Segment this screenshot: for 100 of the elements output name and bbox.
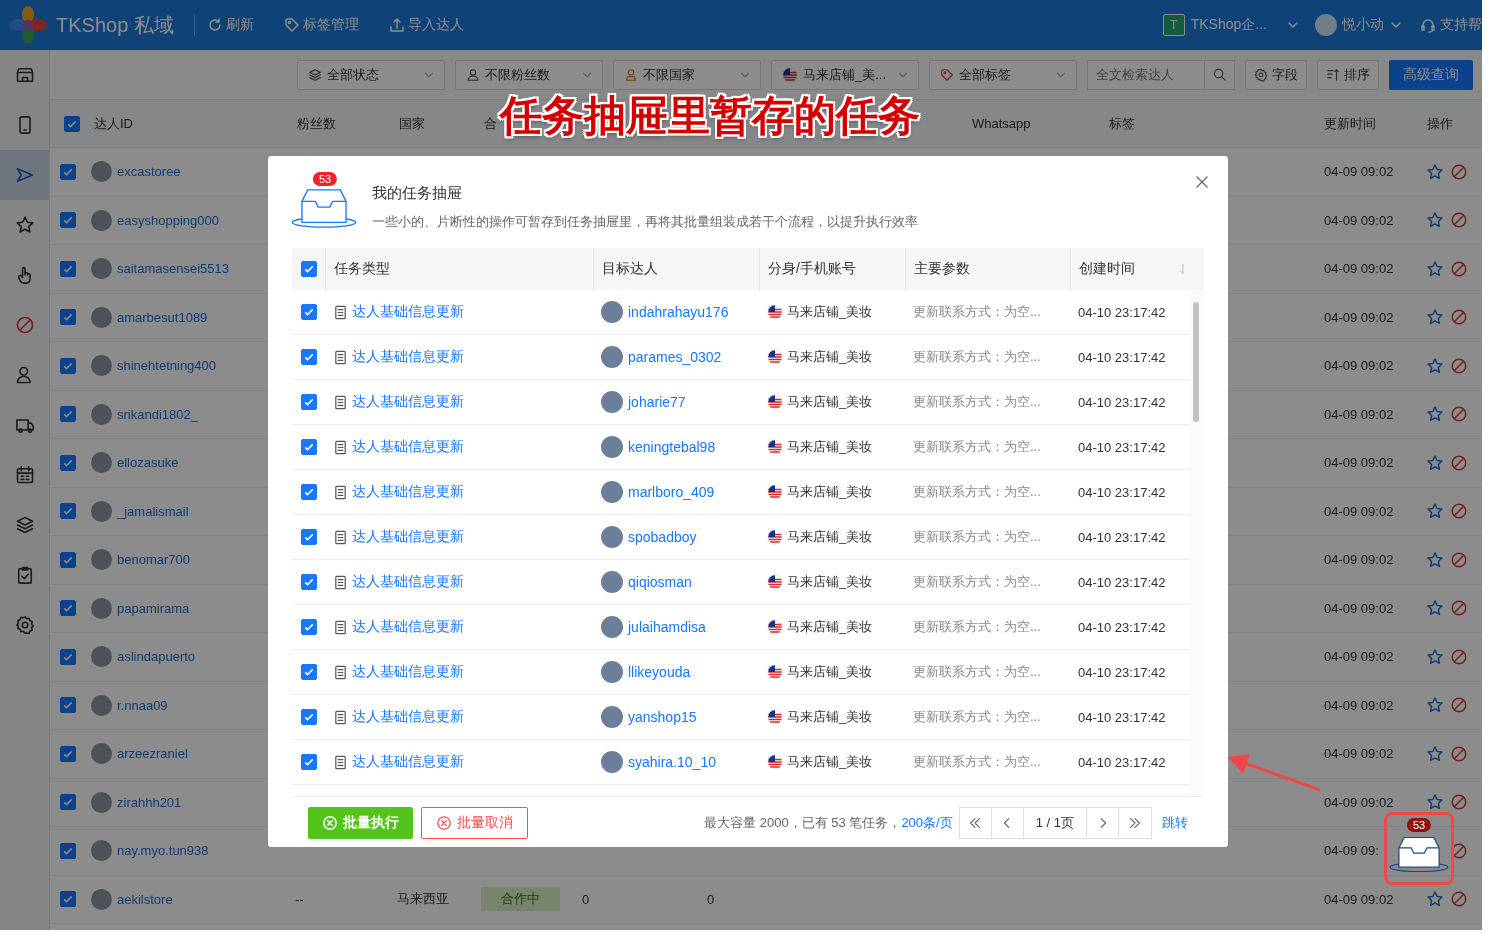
ban-icon[interactable] (1450, 550, 1468, 569)
creator-link[interactable]: keningtebal98 (628, 439, 716, 455)
task-type-link[interactable]: 达人基础信息更新 (352, 528, 464, 546)
scrollbar[interactable] (1190, 290, 1203, 796)
checkbox[interactable] (59, 600, 76, 617)
toolbar-button[interactable]: 排序 (1317, 59, 1379, 90)
creator-link[interactable]: qiqiosman (628, 574, 692, 590)
ban-icon[interactable] (1450, 356, 1468, 375)
drawer-button[interactable]: 53 (1388, 820, 1450, 876)
task-type-link[interactable]: 达人基础信息更新 (352, 483, 464, 501)
star-icon[interactable] (1426, 405, 1444, 424)
checkbox[interactable] (300, 619, 317, 635)
batch-cancel-button[interactable]: 批量取消 (421, 807, 528, 839)
filter-select[interactable]: 全部状态 (297, 59, 445, 90)
star-icon[interactable] (1426, 162, 1444, 181)
creator-id[interactable]: easyshopping000 (117, 212, 219, 228)
jump-link[interactable]: 跳转 (1162, 814, 1188, 832)
checkbox[interactable] (59, 745, 76, 762)
star-icon[interactable] (1426, 211, 1444, 230)
checkbox[interactable] (300, 664, 317, 680)
checkbox[interactable] (59, 648, 76, 665)
checkbox[interactable] (59, 794, 76, 811)
checkbox[interactable] (59, 503, 76, 520)
creator-id[interactable]: _jamalismail (117, 503, 189, 519)
team-selector[interactable]: TKShop企... (1190, 16, 1301, 34)
batch-execute-button[interactable]: 批量执行 (308, 807, 413, 839)
ban-icon[interactable] (1450, 162, 1468, 181)
task-type-link[interactable]: 达人基础信息更新 (352, 618, 464, 636)
star-icon[interactable] (1426, 453, 1444, 472)
search-field[interactable]: 全文检索达人 (1087, 59, 1205, 90)
creator-id[interactable]: aekilstore (117, 891, 173, 907)
task-type-link[interactable]: 达人基础信息更新 (352, 663, 464, 681)
star-icon[interactable] (1426, 890, 1444, 909)
toolbar-button[interactable]: 标签管理 (283, 16, 359, 34)
star-icon[interactable] (1426, 793, 1444, 812)
ban-icon[interactable] (1450, 211, 1468, 230)
sidebar-item[interactable] (0, 150, 49, 200)
checkbox[interactable] (59, 697, 76, 714)
creator-id[interactable]: saitamasensei5513 (117, 261, 230, 277)
filter-select[interactable]: 不限国家 (613, 59, 761, 90)
ban-icon[interactable] (1450, 599, 1468, 618)
task-type-link[interactable]: 达人基础信息更新 (352, 573, 464, 591)
creator-link[interactable]: indahrahayu176 (628, 304, 729, 320)
checkbox[interactable] (300, 709, 317, 725)
creator-id[interactable]: r.nnaa09 (117, 697, 168, 713)
ban-icon[interactable] (1450, 502, 1468, 521)
checkbox[interactable] (300, 574, 317, 590)
checkbox[interactable] (300, 349, 317, 365)
toolbar-button[interactable]: 刷新 (206, 16, 254, 34)
checkbox[interactable] (300, 529, 317, 545)
task-type-link[interactable]: 达人基础信息更新 (352, 438, 464, 456)
creator-id[interactable]: shinehtetning400 (117, 358, 217, 374)
creator-link[interactable]: llikeyouda (628, 664, 691, 680)
checkbox[interactable] (59, 842, 76, 859)
creator-link[interactable]: joharie77 (628, 394, 686, 410)
checkbox[interactable] (59, 212, 76, 229)
task-type-link[interactable]: 达人基础信息更新 (352, 393, 464, 411)
checkbox[interactable] (59, 357, 76, 374)
page-size-link[interactable]: 200条/页 (901, 814, 953, 832)
checkbox[interactable] (59, 551, 76, 568)
filter-select[interactable]: 马来店铺_美... (771, 59, 919, 90)
ban-icon[interactable] (1450, 259, 1468, 278)
search-button[interactable] (1205, 59, 1235, 90)
star-icon[interactable] (1426, 502, 1444, 521)
star-icon[interactable] (1426, 550, 1444, 569)
star-icon[interactable] (1426, 259, 1444, 278)
creator-id[interactable]: excastoree (117, 164, 181, 180)
ban-icon[interactable] (1450, 647, 1468, 666)
star-icon[interactable] (1426, 308, 1444, 327)
checkbox[interactable] (59, 891, 76, 908)
filter-select[interactable]: 全部标签 (929, 59, 1077, 90)
user-menu[interactable]: 悦小动 (1342, 16, 1404, 34)
star-icon[interactable] (1426, 696, 1444, 715)
help-link[interactable]: 支持帮 (1420, 16, 1482, 34)
star-icon[interactable] (1426, 356, 1444, 375)
checkbox[interactable] (59, 454, 76, 471)
filter-select[interactable]: 不限粉丝数 (455, 59, 603, 90)
creator-id[interactable]: srikandi1802_ (117, 406, 198, 422)
close-button[interactable] (1194, 174, 1210, 190)
creator-id[interactable]: ellozasuke (117, 455, 179, 471)
creator-id[interactable]: zirahhh201 (117, 794, 182, 810)
creator-link[interactable]: syahira.10_10 (628, 754, 716, 770)
toolbar-button[interactable]: 字段 (1245, 59, 1307, 90)
checkbox[interactable] (300, 754, 317, 770)
creator-link[interactable]: yanshop15 (628, 709, 697, 725)
creator-link[interactable]: parames_0302 (628, 349, 722, 365)
checkbox[interactable] (300, 304, 317, 320)
ban-icon[interactable] (1450, 696, 1468, 715)
checkbox[interactable] (59, 260, 76, 277)
checkbox[interactable] (300, 439, 317, 455)
task-type-link[interactable]: 达人基础信息更新 (352, 708, 464, 726)
task-type-link[interactable]: 达人基础信息更新 (352, 348, 464, 366)
creator-link[interactable]: spobadboy (628, 529, 697, 545)
ban-icon[interactable] (1450, 744, 1468, 763)
advanced-search-button[interactable]: 高级查询 (1389, 59, 1473, 90)
checkbox[interactable] (59, 406, 76, 423)
creator-id[interactable]: nay.myo.tun938 (117, 843, 209, 859)
ban-icon[interactable] (1450, 308, 1468, 327)
checkbox[interactable] (64, 115, 80, 132)
ban-icon[interactable] (1450, 890, 1468, 909)
